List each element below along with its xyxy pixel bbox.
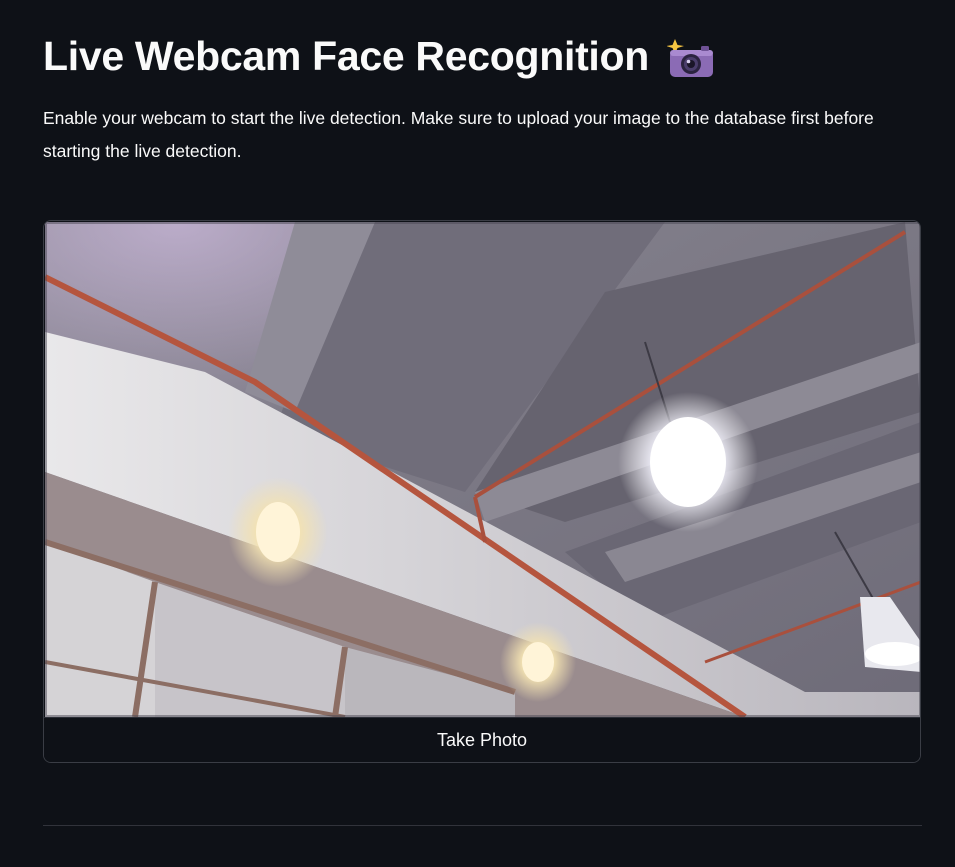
instructions-text: Enable your webcam to start the live det… — [43, 108, 874, 161]
webcam-video-feed — [45, 222, 920, 717]
divider — [43, 825, 922, 826]
camera-with-flash-icon — [666, 39, 715, 79]
page-title: Live Webcam Face Recognition — [43, 33, 649, 79]
header: Live Webcam Face Recognition — [43, 28, 715, 84]
camera-input-widget: Take Photo — [43, 220, 921, 763]
take-photo-button[interactable]: Take Photo — [44, 717, 920, 762]
app-page: Live Webcam Face Recognition Enable your… — [0, 0, 955, 867]
